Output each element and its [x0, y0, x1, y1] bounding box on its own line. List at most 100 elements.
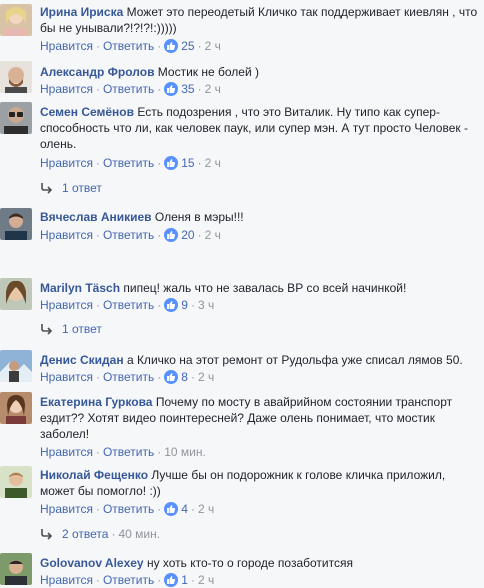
- reply-link[interactable]: Ответить: [103, 502, 154, 516]
- comment-actions: Нравится · Ответить · 8 · 2 ч: [40, 369, 214, 385]
- like-count[interactable]: 1: [181, 573, 188, 587]
- comment-body: Golovanov Alexey ну хоть кто-то о городе…: [40, 555, 478, 571]
- reply-link[interactable]: Ответить: [103, 228, 154, 242]
- dot-separator: ·: [197, 156, 202, 170]
- comment-actions: Нравится · Ответить · 4 · 2 ч: [40, 501, 214, 517]
- avatar[interactable]: [0, 392, 32, 424]
- comment-body: Александр Фролов Мостик не болей ): [40, 64, 478, 80]
- comment-author[interactable]: Николай Фещенко: [40, 468, 148, 482]
- comment-time[interactable]: 2 ч: [205, 39, 221, 53]
- reply-link[interactable]: Ответить: [103, 445, 154, 459]
- like-link[interactable]: Нравится: [40, 502, 93, 516]
- reply-link[interactable]: Ответить: [103, 370, 154, 384]
- like-link[interactable]: Нравится: [40, 298, 93, 312]
- comment-time[interactable]: 2 ч: [205, 156, 221, 170]
- avatar[interactable]: [0, 278, 32, 310]
- comment-author[interactable]: Денис Скидан: [40, 353, 124, 367]
- dot-separator: ·: [95, 445, 100, 459]
- avatar[interactable]: [0, 553, 32, 585]
- replies-count[interactable]: 1 ответ: [62, 181, 102, 195]
- replies-link[interactable]: 1 ответ: [40, 180, 102, 196]
- comment-actions: Нравится · Ответить · 25 · 2 ч: [40, 38, 221, 54]
- avatar[interactable]: [0, 61, 32, 93]
- thumbs-up-icon: [164, 39, 179, 53]
- comment-text: а Кличко на этот ремонт от Рудольфа уже …: [126, 353, 463, 367]
- reply-arrow-icon: [40, 323, 54, 339]
- comment-author[interactable]: Екатерина Гуркова: [40, 395, 152, 409]
- avatar[interactable]: [0, 466, 32, 498]
- like-count[interactable]: 15: [181, 156, 194, 170]
- dot-separator: ·: [197, 82, 202, 96]
- comment-time[interactable]: 10 мин.: [164, 445, 206, 459]
- like-link[interactable]: Нравится: [40, 228, 93, 242]
- like-link[interactable]: Нравится: [40, 39, 93, 53]
- like-link[interactable]: Нравится: [40, 82, 93, 96]
- reply-link[interactable]: Ответить: [103, 82, 154, 96]
- comment-actions: Нравится · Ответить · 9 · 3 ч: [40, 297, 214, 313]
- comment-actions: Нравится · Ответить · 10 мин.: [40, 444, 206, 460]
- dot-separator: ·: [197, 228, 202, 242]
- comment-author[interactable]: Golovanov Alexey: [40, 556, 144, 570]
- comment-body: Ирина Ириска Может это переодетый Кличко…: [40, 4, 478, 36]
- dot-separator: ·: [157, 502, 162, 516]
- replies-time: 40 мин.: [118, 527, 161, 541]
- replies-link[interactable]: 1 ответ: [40, 321, 102, 337]
- replies-count[interactable]: 1 ответ: [62, 322, 102, 336]
- dot-separator: ·: [190, 370, 195, 384]
- comment-author[interactable]: Александр Фролов: [40, 65, 154, 79]
- comment-time[interactable]: 2 ч: [198, 502, 214, 516]
- avatar[interactable]: [0, 4, 32, 36]
- comment-list: Ирина Ириска Может это переодетый Кличко…: [0, 0, 484, 588]
- reply-arrow-icon: [40, 528, 54, 544]
- comment-author[interactable]: Marilyn Täsch: [40, 281, 120, 295]
- dot-separator: ·: [111, 527, 116, 541]
- like-link[interactable]: Нравится: [40, 445, 93, 459]
- like-count[interactable]: 25: [181, 39, 194, 53]
- comment-body: Вячеслав Аникиев Оленя в мэры!!!: [40, 209, 478, 225]
- like-link[interactable]: Нравится: [40, 156, 93, 170]
- comment-body: Екатерина Гуркова Почему по мосту в авай…: [40, 394, 478, 442]
- comment-time[interactable]: 3 ч: [198, 298, 214, 312]
- comment-text: пипец! жаль что не завалась ВР со всей н…: [123, 281, 407, 295]
- avatar[interactable]: [0, 208, 32, 240]
- comment-actions: Нравится · Ответить · 35 · 2 ч: [40, 81, 221, 97]
- comment-time[interactable]: 2 ч: [205, 228, 221, 242]
- like-count[interactable]: 9: [181, 298, 188, 312]
- reply-arrow-icon: [40, 182, 54, 198]
- reply-link[interactable]: Ответить: [103, 298, 154, 312]
- comment-actions: Нравится · Ответить · 1 · 2 ч: [40, 572, 214, 588]
- like-count[interactable]: 20: [181, 228, 194, 242]
- dot-separator: ·: [157, 573, 162, 587]
- comment-time[interactable]: 2 ч: [198, 573, 214, 587]
- like-link[interactable]: Нравится: [40, 370, 93, 384]
- dot-separator: ·: [197, 39, 202, 53]
- like-count[interactable]: 8: [181, 370, 188, 384]
- avatar[interactable]: [0, 350, 32, 382]
- thumbs-up-icon: [164, 228, 179, 242]
- comment-body: Marilyn Täsch пипец! жаль что не завалас…: [40, 280, 478, 296]
- comment-body: Семен Семёнов Есть подозрения , что это …: [40, 104, 478, 152]
- reply-link[interactable]: Ответить: [103, 573, 154, 587]
- comment-time[interactable]: 2 ч: [205, 82, 221, 96]
- replies-count[interactable]: 2 ответа: [62, 527, 108, 541]
- comment-author[interactable]: Вячеслав Аникиев: [40, 210, 152, 224]
- thumbs-up-icon: [164, 156, 179, 170]
- dot-separator: ·: [95, 573, 100, 587]
- dot-separator: ·: [157, 298, 162, 312]
- thumbs-up-icon: [164, 573, 179, 587]
- like-link[interactable]: Нравится: [40, 573, 93, 587]
- dot-separator: ·: [157, 82, 162, 96]
- reply-link[interactable]: Ответить: [103, 156, 154, 170]
- dot-separator: ·: [157, 156, 162, 170]
- like-count[interactable]: 4: [181, 502, 188, 516]
- comment-author[interactable]: Семен Семёнов: [40, 105, 134, 119]
- avatar[interactable]: [0, 102, 32, 134]
- reply-link[interactable]: Ответить: [103, 39, 154, 53]
- comment-time[interactable]: 2 ч: [198, 370, 214, 384]
- thumbs-up-icon: [164, 370, 179, 384]
- replies-link[interactable]: 2 ответа · 40 мин.: [40, 526, 160, 542]
- comment-text: ну хоть кто-то о городе позаботитсяя: [146, 556, 353, 570]
- comment-author[interactable]: Ирина Ириска: [40, 5, 123, 19]
- dot-separator: ·: [190, 573, 195, 587]
- like-count[interactable]: 35: [181, 82, 194, 96]
